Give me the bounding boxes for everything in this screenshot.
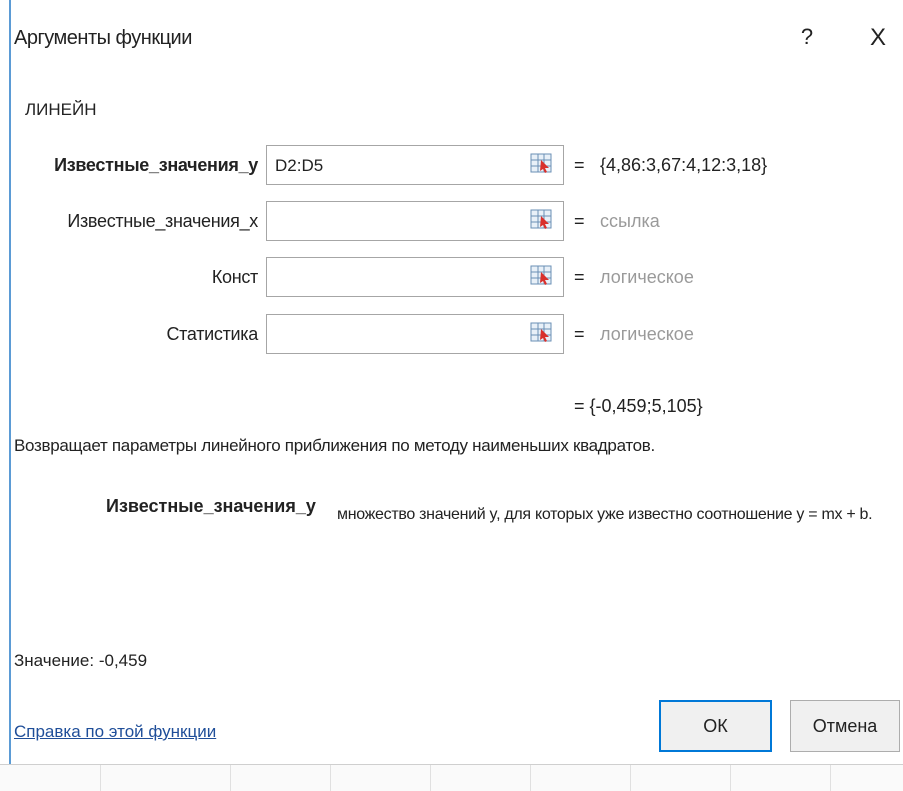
argument-row-known-y: Известные_значения_y D2:D5 = {4,86:3,67:… xyxy=(0,145,903,189)
cancel-button[interactable]: Отмена xyxy=(790,700,900,752)
function-help-link[interactable]: Справка по этой функции xyxy=(14,722,216,742)
argument-result: {4,86:3,67:4,12:3,18} xyxy=(600,155,768,175)
grid-line xyxy=(100,765,101,791)
argument-label: Известные_значения_y xyxy=(54,155,258,175)
grid-line xyxy=(530,765,531,791)
equals-sign: = xyxy=(574,155,585,175)
window-border xyxy=(9,0,11,775)
grid-line xyxy=(630,765,631,791)
argument-label: Известные_значения_x xyxy=(67,211,258,231)
range-select-icon[interactable] xyxy=(530,264,552,286)
argument-help-text: множество значений y, для которых уже из… xyxy=(337,506,873,523)
const-input[interactable] xyxy=(266,257,564,297)
range-select-icon[interactable] xyxy=(530,321,552,343)
argument-row-const: Конст = логическое xyxy=(0,257,903,301)
function-name: ЛИНЕЙН xyxy=(25,100,97,119)
argument-help-name: Известные_значения_y xyxy=(106,496,316,516)
argument-label: Статистика xyxy=(166,324,258,344)
argument-result: логическое xyxy=(600,267,694,287)
close-button[interactable]: X xyxy=(864,24,892,52)
known-x-input[interactable] xyxy=(266,201,564,241)
range-select-icon[interactable] xyxy=(530,152,552,174)
grid-line xyxy=(830,765,831,791)
formula-value: Значение: -0,459 xyxy=(14,651,148,670)
equals-sign: = xyxy=(574,267,585,287)
equals-sign: = xyxy=(574,324,585,344)
grid-line xyxy=(430,765,431,791)
argument-result: логическое xyxy=(600,324,694,344)
argument-result: ссылка xyxy=(600,211,660,231)
input-value: D2:D5 xyxy=(275,156,324,175)
sheet-grid-behind xyxy=(0,764,903,791)
stats-input[interactable] xyxy=(266,314,564,354)
ok-button[interactable]: ОК xyxy=(659,700,772,752)
argument-row-known-x: Известные_значения_x = ссылка xyxy=(0,201,903,245)
function-arguments-dialog: Аргументы функции ? X ЛИНЕЙН Известные_з… xyxy=(0,0,903,791)
dialog-title: Аргументы функции xyxy=(14,27,192,49)
range-select-icon[interactable] xyxy=(530,208,552,230)
overall-result: = {-0,459;5,105} xyxy=(574,396,703,416)
equals-sign: = xyxy=(574,211,585,231)
argument-label: Конст xyxy=(211,267,258,287)
argument-row-stats: Статистика = логическое xyxy=(0,314,903,358)
grid-line xyxy=(330,765,331,791)
function-description: Возвращает параметры линейного приближен… xyxy=(14,436,655,455)
grid-line xyxy=(230,765,231,791)
grid-line xyxy=(730,765,731,791)
known-y-input[interactable]: D2:D5 xyxy=(266,145,564,185)
help-button[interactable]: ? xyxy=(795,24,819,52)
